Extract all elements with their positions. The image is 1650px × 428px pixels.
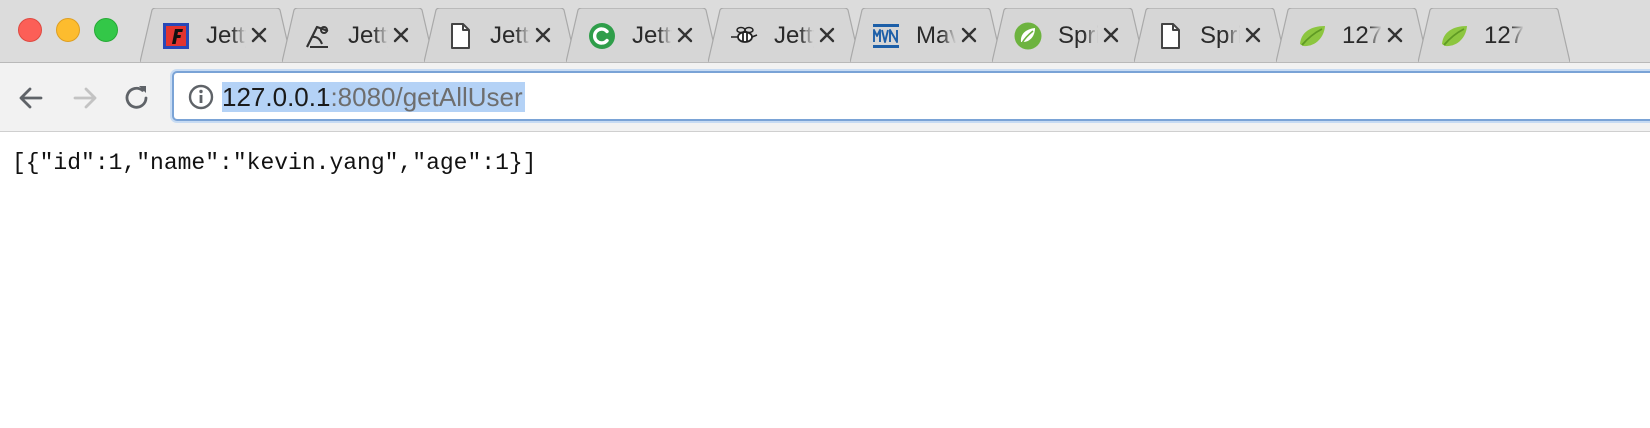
- arrow-left-icon[interactable]: [14, 81, 48, 115]
- jetty-logo-icon: [163, 23, 189, 49]
- c-logo-icon: [589, 23, 615, 49]
- address-bar[interactable]: 127.0.0.1:8080/getAllUser: [172, 71, 1650, 121]
- tab-title: 127.0.0.1: [1484, 22, 1524, 49]
- tab-3[interactable]: Jetty: [424, 8, 576, 62]
- info-icon[interactable]: [188, 84, 214, 110]
- tab-2[interactable]: Jetty: [282, 8, 434, 62]
- tab-10[interactable]: 127.0.0.1: [1418, 8, 1570, 62]
- reload-icon[interactable]: [120, 81, 154, 115]
- close-icon[interactable]: [1242, 24, 1264, 46]
- tab-title: Maven: [916, 22, 956, 49]
- tab-title: 127.0.0.1: [1342, 22, 1382, 49]
- tab-title: Spring: [1200, 22, 1240, 49]
- tab-7[interactable]: Spring: [992, 8, 1144, 62]
- spring-leaf-icon: [1300, 26, 1325, 47]
- tab-5[interactable]: Jetty: [708, 8, 860, 62]
- page-content: [{"id":1,"name":"kevin.yang","age":1}]: [0, 132, 1650, 428]
- tab-title: Jetty: [206, 22, 246, 49]
- window-close-button[interactable]: [18, 18, 42, 42]
- mvn-logo-icon: [873, 24, 899, 48]
- tab-title: Jetty: [490, 22, 530, 49]
- tab-strip: Jetty Jetty: [0, 0, 1650, 63]
- window-maximize-button[interactable]: [94, 18, 118, 42]
- window-minimize-button[interactable]: [56, 18, 80, 42]
- document-icon: [451, 23, 470, 49]
- close-icon[interactable]: [532, 24, 554, 46]
- url-path: :8080/getAllUser: [330, 82, 523, 112]
- tab-8[interactable]: Spring: [1134, 8, 1286, 62]
- url-text[interactable]: 127.0.0.1:8080/getAllUser: [222, 82, 525, 112]
- document-icon: [1161, 23, 1180, 49]
- arrow-right-icon[interactable]: [68, 81, 102, 115]
- close-icon[interactable]: [390, 24, 412, 46]
- close-icon[interactable]: [1100, 24, 1122, 46]
- browser-toolbar: 127.0.0.1:8080/getAllUser: [0, 63, 1650, 132]
- close-icon[interactable]: [248, 24, 270, 46]
- antenna-icon: [306, 25, 329, 48]
- tab-9[interactable]: 127.0.0.1: [1276, 8, 1428, 62]
- url-host: 127.0.0.1: [222, 82, 331, 112]
- tab-title: Jetty: [632, 22, 672, 49]
- tab-title: Jetty: [774, 22, 814, 49]
- browser-window: Jetty Jetty: [0, 0, 1650, 428]
- close-icon[interactable]: [958, 24, 980, 46]
- close-icon[interactable]: [816, 24, 838, 46]
- tab-6[interactable]: Maven: [850, 8, 1002, 62]
- spring-logo-icon: [1014, 22, 1042, 50]
- close-icon[interactable]: [674, 24, 696, 46]
- tab-1[interactable]: Jetty: [140, 8, 292, 62]
- spring-leaf-icon: [1442, 26, 1467, 47]
- tab-title: Spring: [1058, 22, 1098, 49]
- close-icon[interactable]: [1384, 24, 1406, 46]
- tab-title: Jetty: [348, 22, 388, 49]
- tab-4[interactable]: Jetty: [566, 8, 718, 62]
- bee-icon: [731, 26, 758, 43]
- json-response-text: [{"id":1,"name":"kevin.yang","age":1}]: [12, 150, 537, 176]
